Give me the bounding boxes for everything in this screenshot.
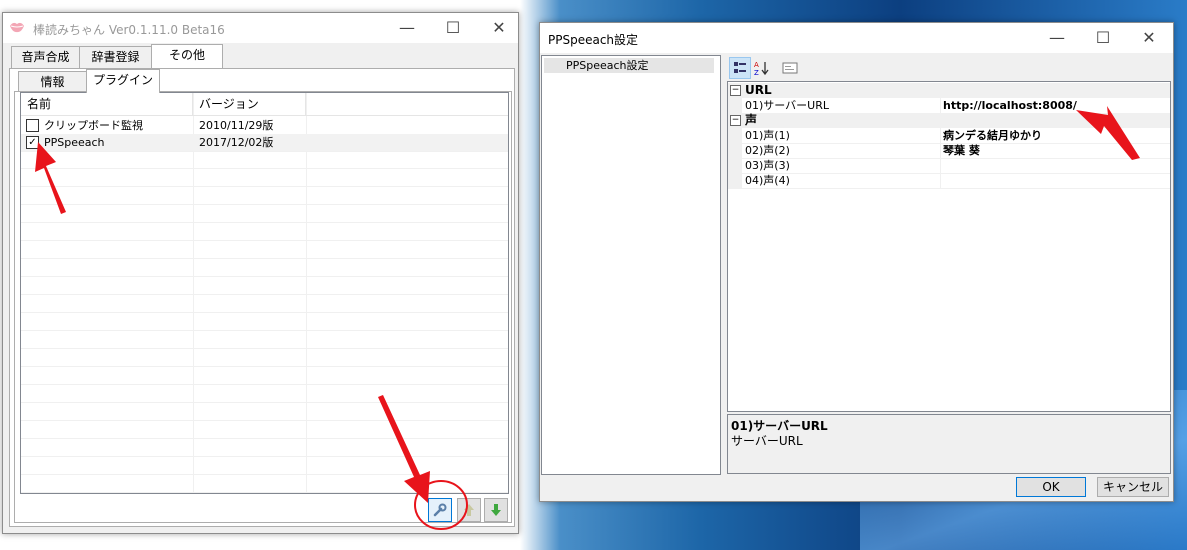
list-header: 名前 バージョン [21,93,508,116]
settings-tree: PPSpeeach設定 [541,55,721,475]
property-pages-icon [782,62,798,74]
close-button[interactable]: ✕ [476,13,522,43]
minimize-button[interactable]: — [384,13,430,43]
property-description-pane: 01)サーバーURL サーバーURL [727,414,1171,474]
red-circle-annotation [414,480,468,530]
lips-logo-icon [10,22,24,33]
property-name: 02)声(2) [745,144,790,157]
empty-list-row [21,205,508,223]
list-item[interactable]: ✓ PPSpeeach 2017/12/02版 [21,134,508,152]
sub-tabs: 情報 プラグイン [18,69,318,93]
property-name: 03)声(3) [745,159,790,172]
category-label: URL [745,83,772,97]
empty-list-row [21,277,508,295]
category-label: 声 [745,113,758,127]
tab-other[interactable]: その他 [151,44,223,68]
categorized-icon [734,62,746,73]
plugin-version: 2010/11/29版 [199,119,274,132]
tab-voice-synthesis[interactable]: 音声合成 [11,46,80,68]
title-bar: 棒読みちゃん Ver0.1.11.0 Beta16 — ☐ ✕ [3,13,518,43]
empty-list-row [21,331,508,349]
title-bar: PPSpeeach設定 — ☐ ✕ [540,23,1173,53]
empty-list-row [21,223,508,241]
checkbox[interactable] [26,119,39,132]
tab-plugins[interactable]: プラグイン [86,69,160,93]
property-name: 04)声(4) [745,174,790,187]
list-item[interactable]: クリップボード監視 2010/11/29版 [21,117,508,135]
tab-info[interactable]: 情報 [18,71,87,93]
property-value[interactable]: 琴葉 葵 [943,143,980,158]
empty-list-row [21,187,508,205]
empty-list-row [21,349,508,367]
svg-text:A: A [754,61,759,69]
maximize-button[interactable]: ☐ [430,13,476,43]
red-arrow-annotation [35,142,66,214]
property-row[interactable]: 04)声(4) [728,173,1170,189]
empty-list-row [21,151,508,169]
sort-az-icon: A Z [754,61,769,77]
empty-list-row [21,313,508,331]
move-down-button[interactable] [484,498,508,522]
description-text: サーバーURL [731,434,803,448]
plugin-name: クリップボード監視 [44,119,143,132]
property-value[interactable]: 病ンデる結月ゆかり [943,128,1042,143]
categorized-view-button[interactable] [729,57,751,79]
maximize-button[interactable]: ☐ [1080,23,1126,53]
property-value[interactable]: http://localhost:8008/ [943,98,1077,113]
empty-list-row [21,241,508,259]
category-url[interactable]: − URL [728,83,1170,98]
empty-list-row [21,169,508,187]
svg-text:Z: Z [754,69,759,76]
main-tabs: 音声合成 辞書登録 その他 [11,44,431,68]
red-arrow-annotation [1076,106,1140,160]
minimize-button[interactable]: — [1034,23,1080,53]
property-grid-toolbar: A Z [727,55,1169,79]
close-button[interactable]: ✕ [1126,23,1172,53]
empty-list-row [21,367,508,385]
tab-dictionary[interactable]: 辞書登録 [79,46,152,68]
tree-item-ppspeeach[interactable]: PPSpeeach設定 [544,58,714,73]
property-name: 01)サーバーURL [745,99,830,112]
arrow-down-icon [491,504,501,516]
collapse-icon[interactable]: − [730,115,741,126]
window-title: 棒読みちゃん Ver0.1.11.0 Beta16 [33,23,225,37]
window-title: PPSpeeach設定 [548,33,639,47]
property-pages-button[interactable] [779,57,801,79]
cancel-button[interactable]: キャンセル [1097,477,1169,497]
empty-list-row [21,295,508,313]
collapse-icon[interactable]: − [730,85,741,96]
column-header-version[interactable]: バージョン [193,93,306,115]
alphabetical-sort-button[interactable]: A Z [751,57,773,79]
ok-button[interactable]: OK [1016,477,1086,497]
column-header-name[interactable]: 名前 [21,93,193,115]
plugin-version: 2017/12/02版 [199,136,274,149]
empty-list-row [21,259,508,277]
property-name: 01)声(1) [745,129,790,142]
